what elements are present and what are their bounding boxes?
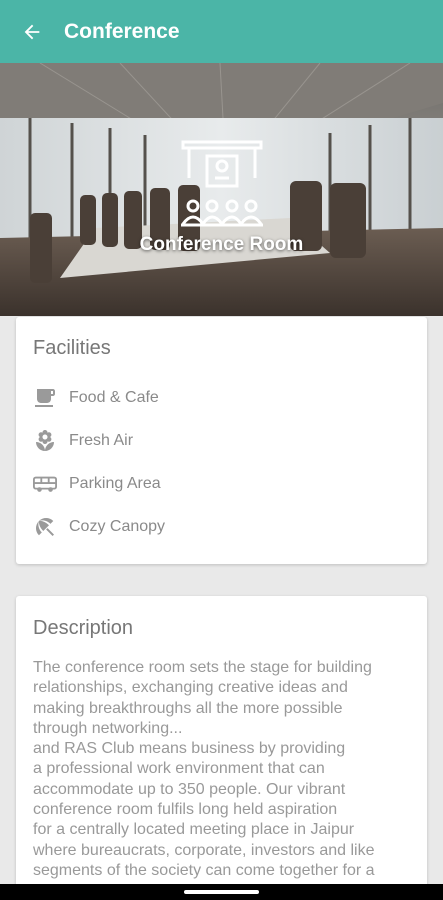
page-title: Conference (64, 19, 180, 43)
app-bar: Conference (0, 0, 443, 63)
hero-emblem: Conference Room (0, 138, 443, 256)
facility-item-cozy-canopy: Cozy Canopy (33, 513, 165, 541)
description-text: The conference room sets the stage for b… (33, 659, 375, 879)
facilities-card: Facilities Food & Cafe Fresh Air Parking… (16, 317, 427, 564)
facility-label: Parking Area (69, 475, 161, 492)
facility-label: Cozy Canopy (69, 518, 166, 535)
description-card: Description The conference room sets the… (16, 596, 427, 900)
facility-item-food-cafe: Food & Cafe (33, 384, 159, 412)
conference-room-icon (180, 140, 263, 227)
flower-icon (36, 430, 54, 451)
back-button[interactable] (16, 16, 48, 48)
hero-image: Conference Room (0, 63, 443, 316)
arrow-back-icon (24, 24, 40, 39)
umbrella-beach-icon (36, 518, 54, 536)
facility-item-fresh-air: Fresh Air (33, 427, 133, 455)
facility-item-parking-area: Parking Area (33, 470, 161, 498)
bus-icon (33, 476, 57, 492)
home-gesture-pill[interactable] (184, 890, 259, 894)
coffee-cup-icon (35, 389, 55, 407)
system-nav-bar (0, 884, 443, 900)
hero-caption: Conference Room (139, 234, 304, 255)
facilities-title: Facilities (33, 337, 111, 359)
description-title: Description (33, 617, 134, 639)
facility-label: Fresh Air (69, 432, 134, 449)
facility-label: Food & Cafe (69, 389, 159, 406)
